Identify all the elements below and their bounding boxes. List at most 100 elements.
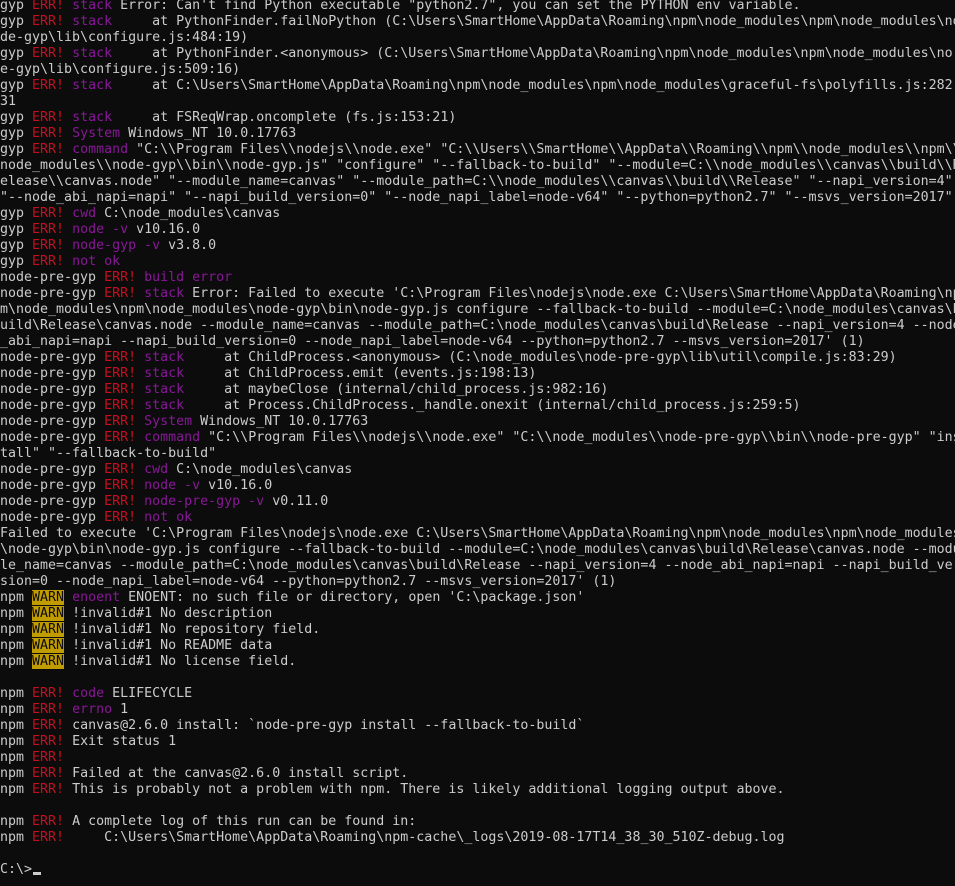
terminal-line: npm WARN !invalid#1 No license field. xyxy=(0,654,955,670)
line-text: stack xyxy=(144,366,185,381)
line-text: C:\Users\SmartHome\AppData\Roaming\npm-c… xyxy=(72,830,785,845)
line-text: node-pre-gyp xyxy=(0,510,105,525)
err-label: ERR! xyxy=(104,382,145,397)
line-text: "C:\\Program Files\\nodejs\\node.exe" "C… xyxy=(200,430,955,445)
line-text: npm xyxy=(0,702,33,717)
line-text: code xyxy=(72,686,105,701)
line-text: node-pre-gyp xyxy=(0,382,105,397)
err-label: ERR! xyxy=(32,254,73,269)
terminal-line: node-pre-gyp ERR! command "C:\\Program F… xyxy=(0,430,955,446)
err-label: ERR! xyxy=(32,702,73,717)
err-label: ERR! xyxy=(104,270,145,285)
line-text: This is probably not a problem with npm.… xyxy=(72,782,785,797)
line-text: node -v xyxy=(144,478,201,493)
err-label: ERR! xyxy=(32,734,73,749)
line-text: stack xyxy=(144,382,185,397)
line-text: gyp xyxy=(0,142,33,157)
terminal-line: gyp ERR! stack at FSReqWrap.oncomplete (… xyxy=(0,110,955,126)
line-text: gyp xyxy=(0,46,33,61)
line-text: npm xyxy=(0,606,33,621)
line-text: node-pre-gyp xyxy=(0,398,105,413)
line-text: Exit status 1 xyxy=(72,734,177,749)
line-text: A complete log of this run can be found … xyxy=(72,814,417,829)
line-text: de-gyp\lib\configure.js:484:19) xyxy=(0,30,249,45)
terminal-line: npm ERR! code ELIFECYCLE xyxy=(0,686,955,702)
terminal-line: m\node_modules\npm\node_modules\node-gyp… xyxy=(0,302,955,318)
err-label: ERR! xyxy=(32,110,73,125)
line-text: gyp xyxy=(0,238,33,253)
terminal-line: node-pre-gyp ERR! stack at ChildProcess.… xyxy=(0,350,955,366)
line-text: npm xyxy=(0,830,33,845)
terminal-line: gyp ERR! System Windows_NT 10.0.17763 xyxy=(0,126,955,142)
line-text: gyp xyxy=(0,254,33,269)
warn-badge: WARN xyxy=(32,654,65,669)
terminal-line: npm ERR! Failed at the canvas@2.6.0 inst… xyxy=(0,766,955,782)
err-label: ERR! xyxy=(104,350,145,365)
line-text: npm xyxy=(0,718,33,733)
err-label: ERR! xyxy=(32,206,73,221)
terminal-line: gyp ERR! stack at C:\Users\SmartHome\App… xyxy=(0,78,955,94)
err-label: ERR! xyxy=(32,718,73,733)
line-text: at ChildProcess.<anonymous> (C:\node_mod… xyxy=(184,350,897,365)
line-text: C:\node_modules\canvas xyxy=(168,462,353,477)
line-text: node-pre-gyp xyxy=(0,478,105,493)
line-text: gyp xyxy=(0,14,33,29)
line-text: ENOENT: no such file or directory, open … xyxy=(120,590,585,605)
warn-badge: WARN xyxy=(32,606,65,621)
terminal-line: sion=0 --node_napi_label=node-v64 --pyth… xyxy=(0,574,955,590)
line-text: System xyxy=(72,126,121,141)
line-text: 31 xyxy=(0,94,17,109)
terminal-line: npm ERR! canvas@2.6.0 install: `node-pre… xyxy=(0,718,955,734)
line-text: at C:\Users\SmartHome\AppData\Roaming\np… xyxy=(112,78,955,93)
line-text: stack xyxy=(144,350,185,365)
line-text: npm xyxy=(0,782,33,797)
err-label: ERR! xyxy=(104,286,145,301)
line-text: "C:\\Program Files\\nodejs\\node.exe" "C… xyxy=(128,142,955,157)
line-text: Failed at the canvas@2.6.0 install scrip… xyxy=(72,766,409,781)
terminal-output[interactable]: gyp ERR! stack Error: Can't find Python … xyxy=(0,0,955,886)
command-prompt[interactable]: C:\> xyxy=(0,862,955,878)
err-label: ERR! xyxy=(32,782,73,797)
terminal-line: gyp ERR! stack Error: Can't find Python … xyxy=(0,0,955,14)
line-text: npm xyxy=(0,622,33,637)
terminal-line: uild\Release\canvas.node --module_name=c… xyxy=(0,318,955,334)
err-label: ERR! xyxy=(32,126,73,141)
err-label: ERR! xyxy=(104,430,145,445)
line-text: !invalid#1 No repository field. xyxy=(64,622,321,637)
line-text: m\node_modules\npm\node_modules\node-gyp… xyxy=(0,302,955,317)
line-text: npm xyxy=(0,686,33,701)
line-text: stack xyxy=(72,78,113,93)
line-text: npm xyxy=(0,750,33,765)
terminal-line: e-gyp\lib\configure.js:509:16) xyxy=(0,62,955,78)
line-text: stack xyxy=(72,46,113,61)
line-text: not ok xyxy=(72,254,121,269)
line-text: gyp xyxy=(0,126,33,141)
line-text: npm xyxy=(0,654,33,669)
terminal-line: npm WARN !invalid#1 No description xyxy=(0,606,955,622)
line-text: gyp xyxy=(0,78,33,93)
terminal-line: node-pre-gyp ERR! build error xyxy=(0,270,955,286)
line-text: C:\> xyxy=(0,862,33,877)
terminal-line: node-pre-gyp ERR! node-pre-gyp -v v0.11.… xyxy=(0,494,955,510)
line-text: node -v xyxy=(72,222,129,237)
line-text: uild\Release\canvas.node --module_name=c… xyxy=(0,318,955,333)
line-text: gyp xyxy=(0,110,33,125)
terminal-line: _abi_napi=napi --napi_build_version=0 --… xyxy=(0,334,955,350)
terminal-line: node-pre-gyp ERR! cwd C:\node_modules\ca… xyxy=(0,462,955,478)
line-text: npm xyxy=(0,766,33,781)
line-text: sion=0 --node_napi_label=node-v64 --pyth… xyxy=(0,574,617,589)
line-text: Windows_NT 10.0.17763 xyxy=(120,126,297,141)
line-text: not ok xyxy=(144,510,193,525)
line-text: canvas@2.6.0 install: `node-pre-gyp inst… xyxy=(72,718,585,733)
line-text: e-gyp\lib\configure.js:509:16) xyxy=(0,62,241,77)
line-text: npm xyxy=(0,814,33,829)
line-text: tall" "--fallback-to-build" xyxy=(0,446,217,461)
err-label: ERR! xyxy=(104,510,145,525)
text-cursor xyxy=(33,872,42,875)
line-text: at ChildProcess.emit (events.js:198:13) xyxy=(184,366,537,381)
line-text: node-pre-gyp xyxy=(0,286,105,301)
line-text: stack xyxy=(144,286,185,301)
err-label: ERR! xyxy=(104,414,145,429)
err-label: ERR! xyxy=(32,766,73,781)
err-label: ERR! xyxy=(32,750,65,765)
